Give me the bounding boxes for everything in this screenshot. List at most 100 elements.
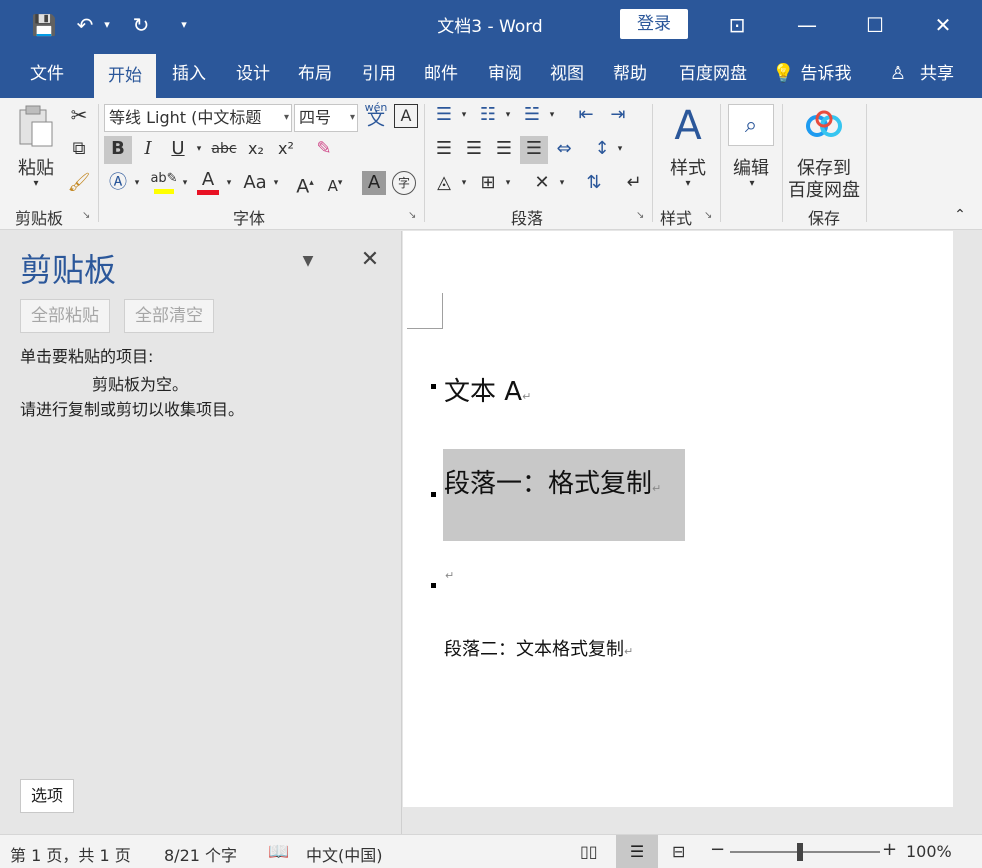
proofing-icon[interactable]: 📖 (268, 842, 289, 862)
line-spacing-dropdown-icon[interactable]: ▾ (614, 136, 626, 164)
page-count[interactable]: 第 1 页，共 1 页 (10, 842, 131, 866)
font-color-icon[interactable]: A (194, 170, 222, 198)
asian-layout-icon[interactable]: ✕ (528, 170, 556, 198)
tab-design[interactable]: 设计 (224, 50, 282, 98)
paragraph-launcher-icon[interactable]: ↘ (636, 210, 644, 221)
login-button[interactable]: 登录 (620, 9, 688, 39)
borders-icon[interactable]: ⊞ (474, 170, 502, 198)
tab-view[interactable]: 视图 (538, 50, 596, 98)
styles-launcher-icon[interactable]: ↘ (704, 210, 712, 221)
close-icon[interactable]: ✕ (920, 8, 966, 42)
highlight-color-icon[interactable]: ab✎ (150, 170, 178, 198)
document-page[interactable]: 文本 A↵ 段落一：格式复制↵ ↵ 段落二：文本格式复制↵ (403, 231, 953, 807)
font-color-dropdown-icon[interactable]: ▾ (222, 170, 236, 198)
pane-options-dropdown-icon[interactable]: ▼ (296, 253, 320, 269)
paragraph-text-a[interactable]: 文本 A↵ (444, 371, 531, 408)
shading-dropdown-icon[interactable]: ▾ (458, 170, 470, 198)
collapse-ribbon-icon[interactable]: ⌃ (948, 202, 972, 226)
text-effects-dropdown-icon[interactable]: ▾ (130, 170, 144, 198)
tab-layout[interactable]: 布局 (286, 50, 344, 98)
bold-button[interactable]: B (104, 136, 132, 164)
italic-button[interactable]: I (134, 136, 162, 164)
bullets-dropdown-icon[interactable]: ▾ (458, 102, 470, 130)
clear-formatting-icon[interactable]: ✎ (310, 136, 338, 164)
zoom-slider[interactable] (730, 851, 880, 853)
cut-icon[interactable]: ✂ (66, 102, 92, 130)
paragraph-two[interactable]: 段落二：文本格式复制↵ (444, 635, 633, 661)
enclose-characters-icon[interactable]: 字 (392, 171, 416, 195)
font-launcher-icon[interactable]: ↘ (408, 210, 416, 221)
align-center-icon[interactable]: ☰ (460, 136, 488, 164)
tab-baidu-netdisk[interactable]: 百度网盘 (668, 50, 758, 98)
word-count[interactable]: 8/21 个字 (164, 842, 237, 866)
save-to-baidu-line2[interactable]: 百度网盘 (782, 176, 866, 202)
font-name-dropdown-icon[interactable]: ▾ (284, 105, 289, 131)
lightbulb-icon[interactable]: 💡 (772, 50, 794, 98)
align-left-icon[interactable]: ☰ (430, 136, 458, 164)
paste-all-button[interactable]: 全部粘贴 (20, 299, 110, 333)
tell-me-search[interactable]: 告诉我 (796, 50, 856, 98)
minimize-icon[interactable]: — (784, 8, 830, 42)
subscript-button[interactable]: x₂ (242, 136, 270, 164)
line-spacing-icon[interactable]: ↕ (588, 136, 616, 164)
font-name-field[interactable]: 等线 Light (中文标题 ▾ (104, 104, 292, 132)
paste-button[interactable]: 粘贴 (12, 154, 60, 180)
customize-toolbar-icon[interactable]: ▾ (172, 10, 196, 40)
web-layout-icon[interactable]: ⊟ (672, 842, 685, 861)
shading-icon[interactable]: ◬ (430, 170, 458, 198)
tab-file[interactable]: 文件 (16, 50, 78, 98)
increase-indent-icon[interactable]: ⇥ (604, 102, 632, 130)
clipboard-launcher-icon[interactable]: ↘ (82, 210, 90, 221)
print-layout-icon[interactable]: ☰ (616, 835, 658, 868)
shrink-font-icon[interactable]: A▾ (322, 170, 348, 198)
zoom-level[interactable]: 100% (906, 842, 952, 861)
numbering-dropdown-icon[interactable]: ▾ (502, 102, 514, 130)
decrease-indent-icon[interactable]: ⇤ (572, 102, 600, 130)
superscript-button[interactable]: x² (272, 136, 300, 164)
paste-dropdown-icon[interactable]: ▾ (26, 178, 46, 189)
numbering-icon[interactable]: ☷ (474, 102, 502, 130)
ribbon-display-options-icon[interactable]: ⊡ (714, 8, 760, 42)
copy-icon[interactable]: ⧉ (66, 136, 92, 164)
save-icon[interactable]: 💾 (28, 10, 60, 40)
redo-icon[interactable]: ↻ (126, 10, 156, 40)
zoom-out-icon[interactable]: − (710, 839, 725, 860)
tab-insert[interactable]: 插入 (160, 50, 218, 98)
borders-dropdown-icon[interactable]: ▾ (502, 170, 514, 198)
bullets-icon[interactable]: ☰ (430, 102, 458, 130)
share-button[interactable]: 共享 (914, 50, 960, 98)
strikethrough-button[interactable]: abc (208, 136, 240, 164)
editing-button[interactable]: 编辑 (724, 154, 778, 180)
tab-help[interactable]: 帮助 (600, 50, 660, 98)
tab-mailings[interactable]: 邮件 (412, 50, 470, 98)
clear-all-button[interactable]: 全部清空 (124, 299, 214, 333)
baidu-netdisk-icon[interactable] (804, 108, 844, 142)
show-marks-icon[interactable]: ↵ (620, 170, 648, 198)
zoom-in-icon[interactable]: + (882, 839, 897, 860)
paragraph-one-heading[interactable]: 段落一：格式复制↵ (444, 463, 661, 500)
format-painter-icon[interactable]: 🖌 (66, 170, 92, 198)
language[interactable]: 中文(中国) (306, 842, 383, 866)
phonetic-guide-icon[interactable]: wén 文 (362, 102, 390, 132)
pane-close-icon[interactable]: ✕ (356, 247, 384, 272)
undo-icon[interactable]: ↶ (72, 10, 98, 40)
undo-dropdown-icon[interactable]: ▾ (98, 10, 116, 40)
styles-dropdown-icon[interactable]: ▾ (678, 178, 698, 189)
text-effects-icon[interactable]: Ⓐ (104, 170, 132, 198)
change-case-button[interactable]: Aa (240, 170, 270, 198)
distributed-icon[interactable]: ⇔ (550, 136, 578, 164)
styles-button[interactable]: 样式 (662, 154, 714, 180)
multilevel-dropdown-icon[interactable]: ▾ (546, 102, 558, 130)
maximize-icon[interactable]: ☐ (852, 8, 898, 42)
asian-layout-dropdown-icon[interactable]: ▾ (556, 170, 568, 198)
sort-icon[interactable]: ⇅ (580, 170, 608, 198)
highlight-dropdown-icon[interactable]: ▾ (178, 170, 192, 198)
underline-button[interactable]: U (164, 136, 192, 164)
grow-font-icon[interactable]: A▴ (292, 170, 318, 198)
tab-home[interactable]: 开始 (94, 54, 156, 102)
multilevel-list-icon[interactable]: ☱ (518, 102, 546, 130)
search-icon[interactable]: ⌕ (728, 104, 774, 146)
character-border-icon[interactable]: A (394, 104, 418, 128)
tab-references[interactable]: 引用 (350, 50, 408, 98)
read-mode-icon[interactable]: ▯▯ (580, 842, 598, 861)
